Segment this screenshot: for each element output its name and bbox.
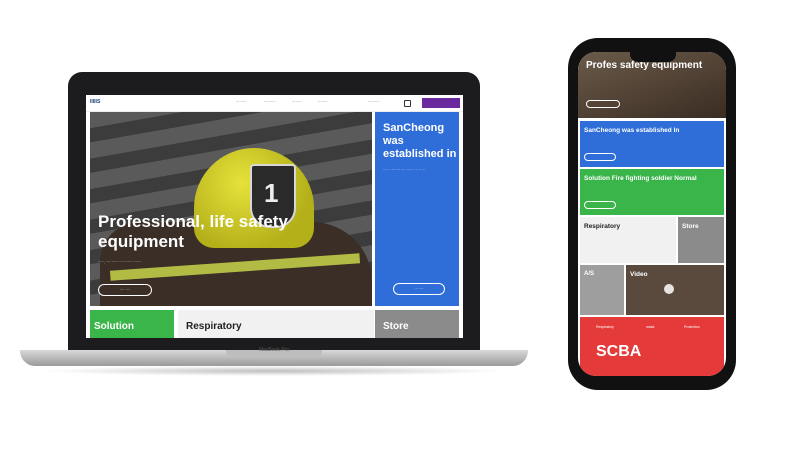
phone-green-card-title: Solution Fire fighting soldier Normal xyxy=(584,175,697,182)
phone-dynamic-island xyxy=(630,52,676,62)
scba-title: SCBA xyxy=(596,343,642,360)
hero-subtitle: ·····, ·············· ······· ········ xyxy=(98,260,142,264)
phone-video-tile[interactable]: Video xyxy=(626,265,724,315)
phone-red-banner[interactable]: Respiratory mask Protection SCBA xyxy=(580,317,724,376)
nav-item[interactable]: ·········· xyxy=(264,100,276,104)
blue-card[interactable]: SanCheong was established in ···· ·· ···… xyxy=(375,112,459,306)
hero-title: Professional, life safety equipment xyxy=(98,212,288,251)
nav-item[interactable]: ········ xyxy=(292,100,301,104)
nav-item[interactable]: ·········· xyxy=(368,100,380,104)
nav-item[interactable]: ········· xyxy=(318,100,329,104)
nav-item[interactable]: ········· xyxy=(236,100,247,104)
phone-respiratory-tile[interactable]: Respiratory xyxy=(580,217,676,263)
phone-respiratory-label: Respiratory xyxy=(584,223,621,230)
store-tile-label: Store xyxy=(383,321,409,332)
phone-as-tile[interactable]: A/S xyxy=(580,265,624,315)
blue-card-button[interactable]: ··· ···· xyxy=(393,283,445,295)
phone-blue-card-title: SanCheong was established In xyxy=(584,127,680,134)
phone-as-label: A/S xyxy=(584,271,595,277)
hero-banner: 1 Professional, life safety equipment ··… xyxy=(90,112,372,306)
blue-card-title: SanCheong was established in xyxy=(383,122,457,160)
site-logo[interactable]: IIIIIS xyxy=(90,99,100,105)
laptop-brand-label: MacBook Pro xyxy=(258,347,289,353)
laptop-screen: IIIIIS ········· ·········· ········ ···… xyxy=(86,95,463,338)
phone-store-tile[interactable]: Store xyxy=(678,217,724,263)
play-icon[interactable] xyxy=(664,284,674,294)
phone-hero-button[interactable] xyxy=(586,100,620,108)
respiratory-tile[interactable]: Respiratory xyxy=(178,310,374,338)
phone-green-card[interactable]: Solution Fire fighting soldier Normal xyxy=(580,169,724,215)
blue-card-subtitle: ···· ·· ······· ···· ······· ·· ····· xyxy=(383,168,425,172)
phone-store-label: Store xyxy=(682,223,699,230)
solution-tile-label: Solution xyxy=(94,321,134,332)
hero-button[interactable]: ···· ···· xyxy=(98,284,152,296)
store-tile[interactable]: Store xyxy=(375,310,459,338)
phone-screen: Profes safety equipment SanCheong was es… xyxy=(578,52,726,376)
solution-tile[interactable]: Solution xyxy=(90,310,174,338)
phone-red-tab[interactable]: Respiratory xyxy=(596,325,614,329)
nav-cta-button[interactable] xyxy=(422,98,460,108)
phone-green-card-button[interactable] xyxy=(584,201,616,209)
phone-blue-card-button[interactable] xyxy=(584,153,616,161)
phone-red-tab[interactable]: mask xyxy=(646,325,654,329)
phone-red-tab[interactable]: Protection xyxy=(684,325,700,329)
site-navbar: IIIIIS ········· ·········· ········ ···… xyxy=(86,95,463,112)
respiratory-tile-label: Respiratory xyxy=(186,321,242,332)
laptop-shadow xyxy=(40,366,508,376)
phone-blue-card[interactable]: SanCheong was established In xyxy=(580,121,724,167)
phone-video-label: Video xyxy=(630,271,648,278)
search-icon[interactable] xyxy=(404,100,411,107)
